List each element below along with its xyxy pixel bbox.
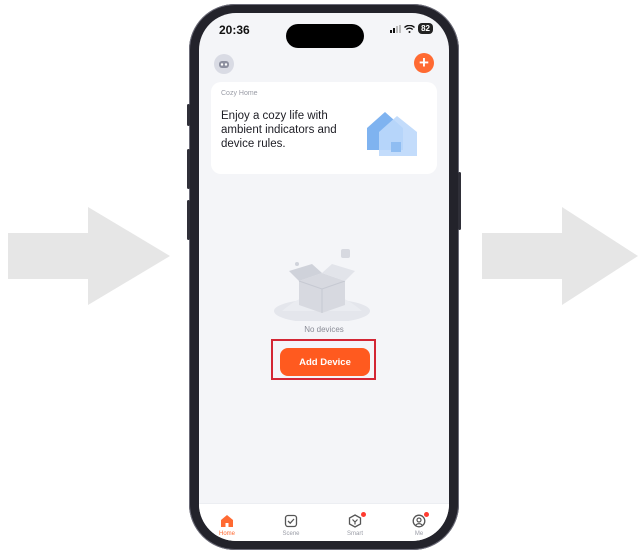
home-icon — [221, 515, 233, 527]
add-device-highlight-box — [271, 339, 376, 380]
banner-label: Cozy Home — [221, 90, 258, 97]
smart-icon — [348, 514, 362, 528]
tab-home-label: Home — [218, 531, 235, 537]
house-illustration — [367, 112, 417, 156]
banner-text: Enjoy a cozy life with ambient indicator… — [221, 110, 337, 150]
empty-box-illustration — [274, 249, 370, 321]
right-arrow-icon — [482, 207, 638, 305]
wifi-icon — [404, 24, 416, 33]
battery-indicator: 82 — [418, 23, 433, 34]
status-bar: 20:36 82 — [199, 13, 449, 48]
tab-smart[interactable]: Smart — [335, 512, 375, 537]
avatar-icon[interactable] — [214, 54, 234, 74]
tab-scene[interactable]: Scene — [271, 514, 311, 537]
tab-me-label: Me — [414, 531, 424, 537]
scene-check-icon — [284, 514, 298, 528]
tab-home[interactable]: Home — [207, 514, 247, 537]
cozy-home-banner[interactable]: Cozy Home Enjoy a cozy life with ambient… — [211, 82, 437, 174]
me-badge — [424, 512, 429, 517]
empty-state-message: No devices — [304, 325, 344, 334]
signal-icon — [390, 24, 402, 33]
tab-smart-label: Smart — [346, 531, 363, 537]
phone-frame: 20:36 82 + Cozy Home Enjoy a cozy life w… — [187, 4, 461, 550]
smart-badge — [361, 512, 366, 517]
app-screen: 20:36 82 + Cozy Home Enjoy a cozy life w… — [199, 13, 449, 541]
tab-scene-label: Scene — [282, 531, 300, 537]
bottom-tab-bar: Home Scene Smart Me — [199, 503, 449, 541]
tab-me[interactable]: Me — [399, 512, 439, 537]
plus-icon[interactable]: + — [414, 53, 434, 73]
dynamic-island — [286, 24, 364, 48]
left-arrow-icon — [8, 207, 170, 305]
status-time: 20:36 — [219, 23, 250, 37]
